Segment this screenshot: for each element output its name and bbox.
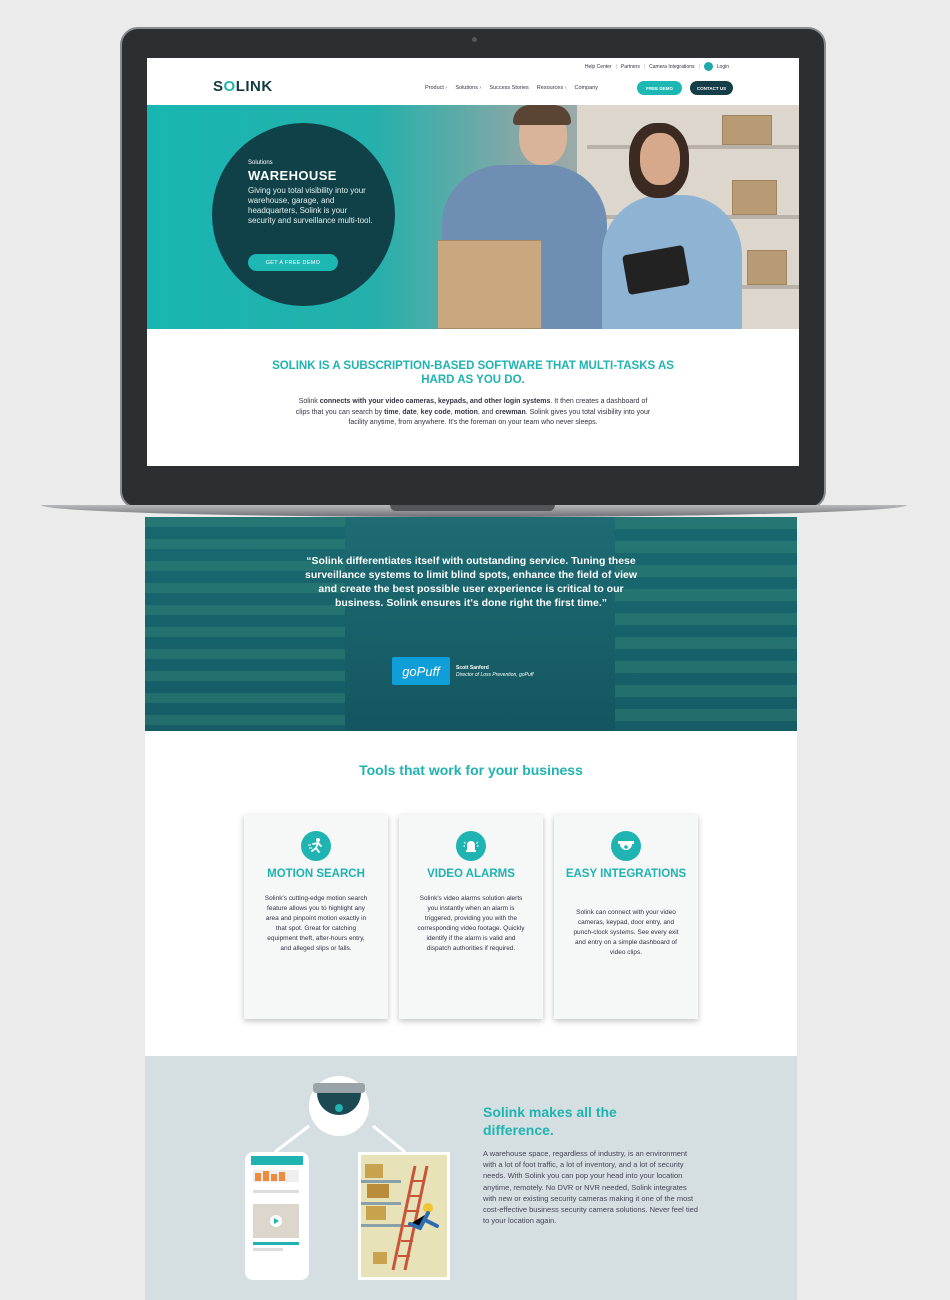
difference-section: Solink makes all the difference. A wareh… bbox=[145, 1056, 797, 1300]
card-video-alarms: VIDEO ALARMS Solink's video alarms solut… bbox=[399, 815, 543, 1019]
webcam bbox=[472, 37, 477, 42]
user-icon bbox=[703, 62, 713, 71]
utility-bar: Help Center | Partners | Camera Integrat… bbox=[584, 62, 729, 71]
hero-kicker: Solutions bbox=[248, 160, 273, 166]
dome-camera-icon bbox=[611, 831, 641, 861]
nav-success-stories[interactable]: Success Stories bbox=[489, 85, 528, 91]
help-center-link[interactable]: Help Center bbox=[585, 64, 612, 70]
nav-solutions[interactable]: Solutions bbox=[455, 85, 481, 91]
card-text: Solink's video alarms solution alerts yo… bbox=[417, 895, 525, 952]
difference-description: A warehouse space, regardless of industr… bbox=[483, 1149, 698, 1226]
card-title: MOTION SEARCH bbox=[267, 868, 365, 880]
nav-resources[interactable]: Resources bbox=[537, 85, 567, 91]
subscription-heading: SOLINK IS A SUBSCRIPTION-BASED SOFTWARE … bbox=[272, 360, 674, 386]
get-free-demo-button[interactable]: GET A FREE DEMO bbox=[248, 254, 338, 271]
alarm-bell-icon bbox=[456, 831, 486, 861]
tools-title: Tools that work for your business bbox=[359, 762, 583, 778]
hero-banner: Solutions WAREHOUSE Giving you total vis… bbox=[147, 105, 799, 329]
testimonial-section: “Solink differentiates itself with outst… bbox=[145, 517, 797, 731]
subscription-description: Solink connects with your video cameras,… bbox=[295, 398, 651, 426]
running-person-icon bbox=[301, 831, 331, 861]
author-name: Scott Sanford bbox=[456, 665, 489, 671]
tools-section: Tools that work for your business MOTION… bbox=[145, 731, 797, 1056]
camera-integrations-link[interactable]: Camera Integrations bbox=[649, 64, 694, 70]
card-text: Solink's cutting-edge motion search feat… bbox=[264, 895, 368, 952]
contact-us-button[interactable]: CONTACT US bbox=[690, 81, 733, 95]
difference-title: Solink makes all the difference. bbox=[483, 1104, 617, 1138]
solink-logo[interactable]: SOLINK bbox=[213, 78, 273, 95]
card-motion-search: MOTION SEARCH Solink's cutting-edge moti… bbox=[244, 815, 388, 1019]
free-demo-button[interactable]: FREE DEMO bbox=[637, 81, 682, 95]
cardboard-box bbox=[437, 240, 542, 329]
main-nav: Product Solutions Success Stories Resour… bbox=[425, 85, 598, 91]
nav-product[interactable]: Product bbox=[425, 85, 447, 91]
nav-company[interactable]: Company bbox=[574, 85, 598, 91]
card-title: EASY INTEGRATIONS bbox=[565, 868, 687, 880]
login-link[interactable]: Login bbox=[717, 64, 729, 70]
gopuff-logo: goPuff bbox=[392, 657, 450, 685]
laptop-notch bbox=[390, 505, 555, 511]
hero-description: Giving you total visibility into your wa… bbox=[248, 186, 373, 225]
card-easy-integrations: EASY INTEGRATIONS Solink can connect wit… bbox=[554, 815, 698, 1019]
hero-title: WAREHOUSE bbox=[248, 168, 337, 183]
testimonial-author: Scott Sanford Director of Loss Preventio… bbox=[456, 665, 534, 679]
card-text: Solink can connect with your video camer… bbox=[573, 909, 679, 956]
laptop-frame: Help Center | Partners | Camera Integrat… bbox=[120, 27, 826, 509]
author-role: Director of Loss Prevention, goPuff bbox=[456, 672, 534, 678]
laptop-screen: Help Center | Partners | Camera Integrat… bbox=[147, 58, 799, 466]
card-title: VIDEO ALARMS bbox=[427, 868, 515, 880]
partners-link[interactable]: Partners bbox=[621, 64, 640, 70]
camera-phone-illustration bbox=[245, 1076, 450, 1280]
testimonial-quote: “Solink differentiates itself with outst… bbox=[304, 555, 637, 609]
